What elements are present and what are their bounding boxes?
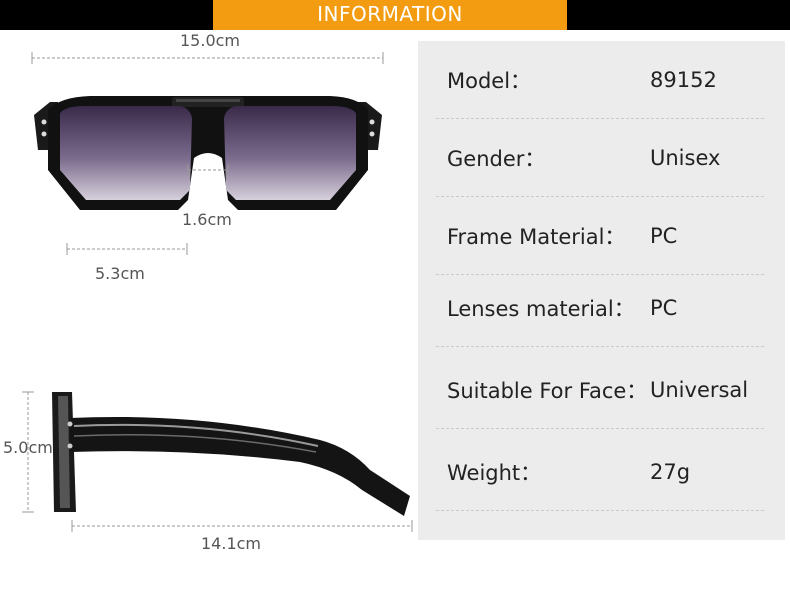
spec-label: Suitable For Face： [447, 379, 648, 403]
spec-label: Lenses material： [447, 297, 635, 321]
row-divider [436, 346, 764, 347]
spec-row-lenses-material: Lenses material： PC [436, 269, 764, 347]
total-width-label: 15.0cm [180, 31, 241, 50]
temple-dimension-line [71, 520, 413, 532]
spec-value: 27g [650, 460, 691, 484]
spec-row-face: Suitable For Face： Universal [436, 351, 764, 429]
spec-value: 89152 [650, 68, 717, 92]
spec-value: Universal [650, 378, 749, 402]
lens-height-label: 5.0cm [3, 438, 53, 457]
temple-length-label: 14.1cm [201, 534, 262, 553]
spec-value: Unisex [650, 146, 721, 170]
width-dimension-line [31, 52, 384, 64]
spec-value: PC [650, 224, 678, 248]
spec-row-gender: Gender： Unisex [436, 119, 764, 197]
spec-row-weight: Weight： 27g [436, 433, 764, 511]
row-divider [436, 428, 764, 429]
side-view-frame [52, 392, 410, 516]
bridge-dimension-line [187, 164, 229, 176]
spec-label: Frame Material： [447, 225, 626, 249]
lens-width-label: 5.3cm [95, 264, 145, 283]
front-view-frame [34, 96, 382, 210]
row-divider [436, 510, 764, 511]
spec-value: PC [650, 296, 678, 320]
spec-label: Model： [447, 69, 532, 93]
lens-width-dimension-line [66, 243, 188, 255]
spec-label: Gender： [447, 147, 546, 171]
spec-row-frame-material: Frame Material： PC [436, 197, 764, 275]
spec-row-model: Model： 89152 [436, 41, 764, 119]
spec-panel: Model： 89152 Gender： Unisex Frame Materi… [418, 41, 785, 540]
spec-label: Weight： [447, 461, 542, 485]
bridge-width-label: 1.6cm [182, 210, 232, 229]
